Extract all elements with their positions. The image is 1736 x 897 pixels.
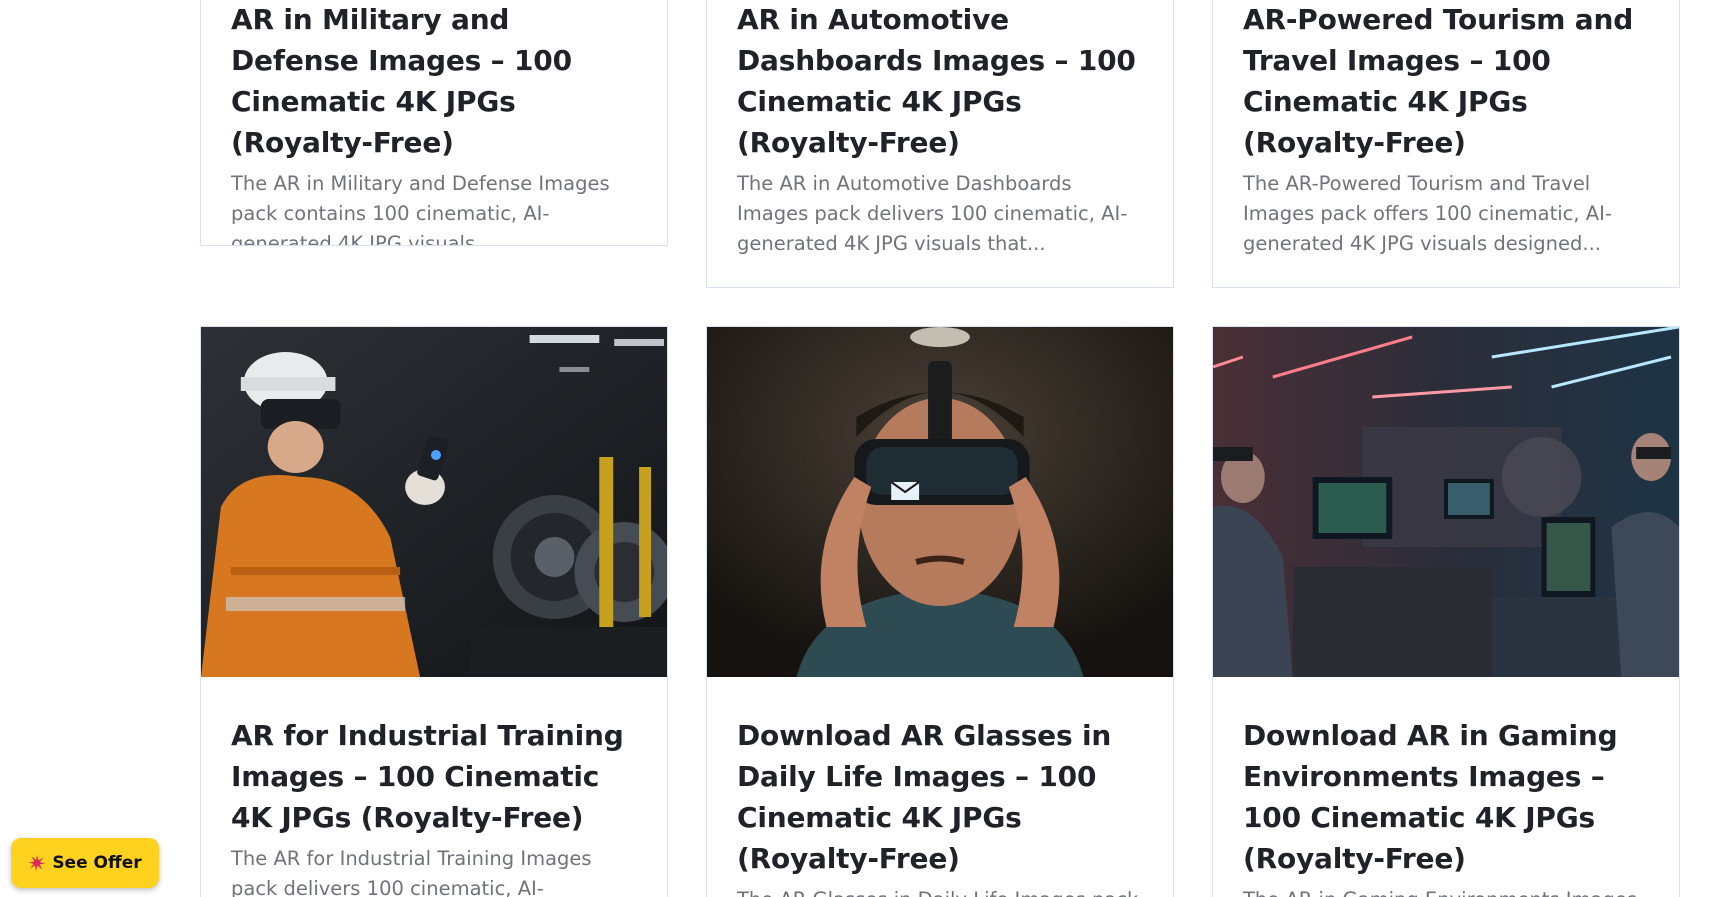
card-body: Download AR Glasses in Daily Life Images…: [707, 677, 1173, 897]
card-title[interactable]: Download AR in Gaming Environments Image…: [1243, 715, 1649, 879]
card-excerpt: The AR in Gaming Environments Images: [1243, 885, 1649, 897]
page: AR in Military and Defense Images – 100 …: [0, 0, 1736, 897]
product-card-industrial[interactable]: AR for Industrial Training Images – 100 …: [200, 326, 668, 897]
product-card-military[interactable]: AR in Military and Defense Images – 100 …: [200, 0, 668, 246]
see-offer-label: See Offer: [52, 853, 142, 873]
card-excerpt: The AR in Automotive Dashboards Images p…: [737, 172, 1128, 255]
product-card-gaming[interactable]: Download AR in Gaming Environments Image…: [1212, 326, 1680, 897]
sparkle-icon: [28, 854, 46, 872]
card-excerpt: The AR in Military and Defense Images pa…: [231, 172, 610, 246]
card-body: AR-Powered Tourism and Travel Images – 1…: [1213, 0, 1679, 259]
card-image-industrial[interactable]: [201, 327, 667, 677]
card-image-glasses[interactable]: [707, 327, 1173, 677]
product-card-automotive[interactable]: AR in Automotive Dashboards Images – 100…: [706, 0, 1174, 288]
card-excerpt: The AR-Powered Tourism and Travel Images…: [1243, 172, 1612, 255]
card-body: AR in Automotive Dashboards Images – 100…: [707, 0, 1173, 259]
card-excerpt: The AR Glasses in Daily Life Images pack: [737, 885, 1143, 897]
card-excerpt: The AR for Industrial Training Images pa…: [231, 847, 592, 897]
see-offer-button[interactable]: See Offer: [11, 838, 159, 888]
card-title[interactable]: Download AR Glasses in Daily Life Images…: [737, 715, 1143, 879]
card-title[interactable]: AR for Industrial Training Images – 100 …: [231, 715, 637, 838]
card-title[interactable]: AR-Powered Tourism and Travel Images – 1…: [1243, 0, 1649, 163]
product-card-tourism[interactable]: AR-Powered Tourism and Travel Images – 1…: [1212, 0, 1680, 288]
card-title[interactable]: AR in Automotive Dashboards Images – 100…: [737, 0, 1143, 163]
card-body: Download AR in Gaming Environments Image…: [1213, 677, 1679, 897]
card-body: AR in Military and Defense Images – 100 …: [201, 0, 667, 246]
card-image-gaming[interactable]: [1213, 327, 1679, 677]
product-card-glasses[interactable]: Download AR Glasses in Daily Life Images…: [706, 326, 1174, 897]
card-body: AR for Industrial Training Images – 100 …: [201, 677, 667, 897]
card-title[interactable]: AR in Military and Defense Images – 100 …: [231, 0, 637, 163]
